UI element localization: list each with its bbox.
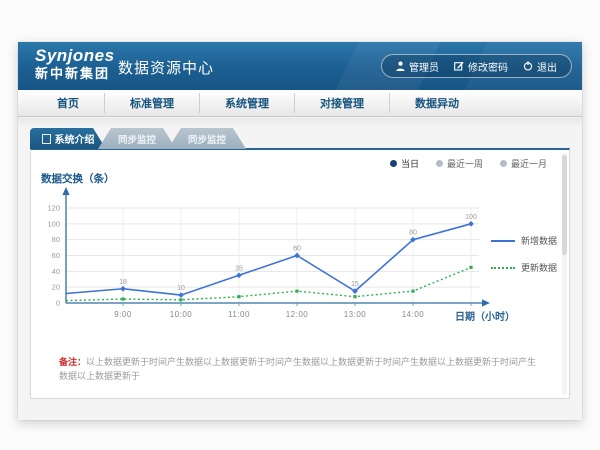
svg-text:40: 40	[52, 267, 60, 276]
chart-svg: 数据交换（条） 0 20 40 60 80 100 120 9:00 10:00 11:00 12:…	[31, 168, 536, 346]
radio-dot-icon	[390, 160, 397, 167]
svg-text:0: 0	[56, 299, 60, 308]
svg-text:18: 18	[119, 279, 127, 286]
nav-item-standards[interactable]: 标准管理	[105, 93, 200, 113]
logout-label: 退出	[537, 59, 557, 74]
tab-system-intro-label: 系统介绍	[55, 131, 95, 146]
svg-text:9:00: 9:00	[114, 310, 132, 319]
radio-last-week[interactable]: 最近一周	[436, 157, 483, 170]
svg-text:10:00: 10:00	[170, 310, 193, 319]
admin-user-label: 管理员	[409, 59, 439, 74]
app-header: Synjones 新中新集团 数据资源中心 管理员 修改密码 退出	[18, 42, 582, 90]
nav-item-home[interactable]: 首页	[32, 93, 105, 113]
radio-dot-icon	[500, 160, 507, 167]
footnote-prefix: 备注：	[59, 357, 86, 367]
legend-update-data-label: 更新数据	[521, 261, 557, 274]
content-area: 系统介绍 同步监控 同步监控 当日 最近一周	[18, 118, 582, 420]
svg-text:100: 100	[465, 214, 477, 221]
chart-axes: 0 20 40 60 80 100 120 9:00 10:00 11:00 12:00 13:00 1…	[47, 187, 490, 319]
y-axis-title: 数据交换（条）	[40, 172, 115, 185]
svg-text:120: 120	[47, 204, 60, 213]
legend-item-new-data: 新增数据	[491, 234, 557, 247]
legend-item-update-data: 更新数据	[491, 261, 557, 274]
svg-text:10: 10	[177, 285, 185, 292]
solid-line-swatch-icon	[491, 240, 515, 242]
radio-today[interactable]: 当日	[390, 157, 419, 170]
nav-item-interface[interactable]: 对接管理	[295, 93, 390, 113]
tab-sync-monitor-2-label: 同步监控	[188, 132, 226, 146]
power-icon	[523, 61, 533, 71]
logout-button[interactable]: 退出	[523, 59, 557, 74]
brand-logo-text: Synjones	[35, 47, 115, 65]
edit-icon	[454, 61, 464, 71]
svg-text:14:00: 14:00	[402, 310, 425, 319]
user-menu: 管理员 修改密码 退出	[381, 54, 572, 78]
svg-text:15: 15	[351, 281, 359, 288]
document-icon	[42, 134, 51, 144]
svg-text:35: 35	[235, 265, 243, 272]
tab-sync-monitor-1-label: 同步监控	[118, 132, 156, 146]
chart-legend: 新增数据 更新数据	[491, 234, 557, 288]
tab-sync-monitor-1[interactable]: 同步监控	[98, 128, 176, 149]
change-password-button[interactable]: 修改密码	[454, 59, 508, 74]
radio-last-week-label: 最近一周	[447, 157, 483, 170]
brand-logo: Synjones 新中新集团	[35, 47, 115, 80]
app-window: Synjones 新中新集团 数据资源中心 管理员 修改密码 退出	[18, 42, 582, 420]
main-nav: 首页 标准管理 系统管理 对接管理 数据异动	[18, 90, 582, 117]
svg-text:80: 80	[52, 235, 60, 244]
panel-scrollbar[interactable]	[562, 153, 567, 395]
change-password-label: 修改密码	[468, 59, 508, 74]
nav-item-system[interactable]: 系统管理	[200, 93, 295, 113]
radio-today-label: 当日	[401, 157, 419, 170]
chart-panel: 当日 最近一周 最近一月 数据交换（条） 0 20 40 60 80 100 120 9:00…	[30, 148, 570, 399]
footnote-text: 以上数据更新于时间产生数据以上数据更新于时间产生数据以上数据更新于时间产生数据以…	[59, 357, 536, 381]
chart-series: 18 10 35 60 15 80 100	[66, 214, 477, 302]
tab-bar: 系统介绍 同步监控 同步监控	[30, 128, 246, 149]
svg-text:20: 20	[52, 283, 60, 292]
footnote: 备注：以上数据更新于时间产生数据以上数据更新于时间产生数据以上数据更新于时间产生…	[59, 356, 545, 383]
tab-system-intro[interactable]: 系统介绍	[30, 128, 106, 149]
brand-logo-subtext: 新中新集团	[35, 67, 115, 81]
user-icon	[396, 61, 405, 71]
svg-text:13:00: 13:00	[344, 310, 367, 319]
svg-text:11:00: 11:00	[228, 310, 250, 319]
radio-dot-icon	[436, 160, 443, 167]
svg-text:60: 60	[52, 251, 60, 260]
nav-item-changes[interactable]: 数据异动	[390, 93, 484, 113]
dotted-line-swatch-icon	[491, 267, 515, 269]
admin-user-button[interactable]: 管理员	[396, 59, 439, 74]
tab-sync-monitor-2[interactable]: 同步监控	[168, 128, 246, 149]
scrollbar-thumb[interactable]	[562, 155, 567, 255]
range-filters: 当日 最近一周 最近一月	[390, 157, 547, 170]
svg-text:12:00: 12:00	[286, 310, 309, 319]
radio-last-month[interactable]: 最近一月	[500, 157, 547, 170]
svg-text:80: 80	[409, 230, 417, 237]
app-title: 数据资源中心	[118, 57, 214, 78]
svg-text:100: 100	[47, 219, 60, 228]
legend-new-data-label: 新增数据	[521, 234, 557, 247]
x-axis-title: 日期（小时）	[455, 310, 515, 323]
radio-last-month-label: 最近一月	[511, 157, 547, 170]
svg-text:60: 60	[293, 246, 301, 253]
